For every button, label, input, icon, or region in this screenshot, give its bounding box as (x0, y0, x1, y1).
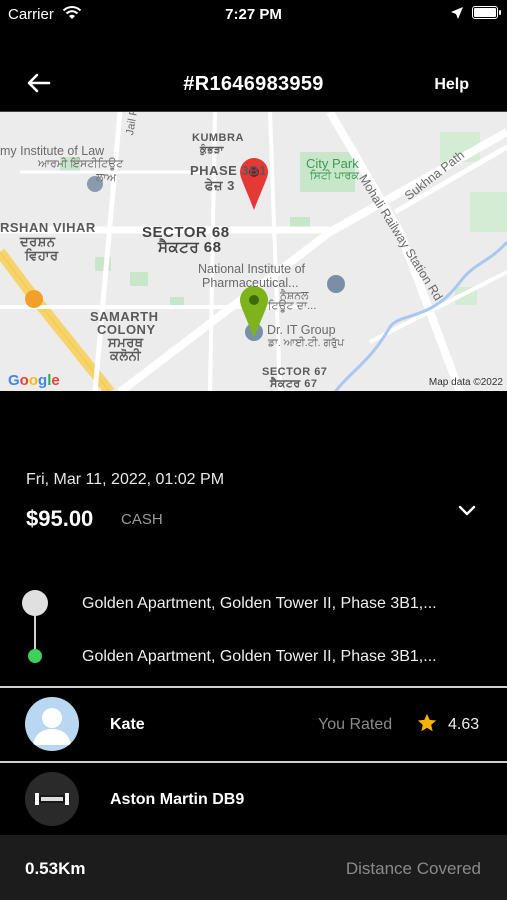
map-label: City Park (306, 156, 359, 171)
trip-price: $95.00 (26, 506, 94, 531)
distance-footer: 0.53Km Distance Covered (0, 835, 507, 900)
route-map[interactable]: my Institute of Law ਆਰਮੀ ਇੰਸਟੀਟਿਊਟ ਲਾਅ J… (0, 111, 507, 391)
map-label: ਵਿਹਾਰ (25, 248, 59, 263)
map-label: SECTOR 67 (262, 366, 328, 378)
map-label: National Institute of (198, 262, 306, 276)
map-label: RSHAN VIHAR (0, 220, 96, 235)
map-label: ਲਾਅ (96, 172, 117, 184)
divider (0, 686, 507, 688)
map-label: ਸੈਕਟਰ 67 (270, 378, 318, 390)
map-label: ਟਿਊਟ ਦਾ... (268, 300, 317, 312)
map-label: my Institute of Law (0, 144, 105, 158)
pickup-address: Golden Apartment, Golden Tower II, Phase… (82, 595, 437, 612)
trip-datetime: Fri, Mar 11, 2022, 01:02 PM (26, 471, 225, 488)
map-label: ਕੁੰਭੜਾ (200, 145, 224, 156)
driver-rating: 4.63 (448, 716, 480, 733)
map-label: ਸੈਕਟਰ 68 (158, 239, 222, 256)
battery-icon (472, 6, 501, 19)
divider (0, 761, 507, 763)
map-label: ਕਲੋਨੀ (110, 348, 142, 363)
map-label: ਡਾ. ਆਈ.ਟੀ. ਗਰੁੱਪ (268, 337, 345, 349)
map-label: Dr. IT Group (267, 323, 336, 337)
status-bar: Carrier 7:27 PM (0, 0, 507, 28)
distance-value: 0.53Km (25, 859, 86, 878)
star-icon (416, 712, 438, 734)
dropoff-dot-icon (28, 649, 42, 663)
map-label: KUMBRA (192, 132, 244, 144)
page-title: #R1646983959 (183, 73, 324, 95)
nav-header: #R1646983959 Help (0, 58, 507, 108)
map-label: ਸਿਟੀ ਪਾਰਕ (310, 170, 359, 182)
map-attribution[interactable]: Map data ©2022 (429, 377, 503, 388)
dropoff-address: Golden Apartment, Golden Tower II, Phase… (82, 648, 437, 665)
google-logo: Google (8, 372, 60, 389)
map-label: Pharmaceutical... (202, 276, 299, 290)
vehicle-name: Aston Martin DB9 (110, 791, 245, 808)
driver-name: Kate (110, 716, 145, 733)
distance-label: Distance Covered (345, 859, 481, 878)
rated-label: You Rated (318, 716, 393, 733)
clock: 7:27 PM (225, 6, 282, 23)
car-icon (25, 772, 79, 826)
pickup-dot-icon (22, 590, 48, 616)
map-label: ਫੇਜ਼ 3 (205, 178, 235, 193)
map-label: PHASE 3B1 (190, 163, 267, 178)
chevron-down-icon[interactable] (456, 502, 478, 518)
driver-avatar (25, 697, 79, 751)
user-icon (33, 708, 71, 745)
help-button[interactable]: Help (434, 76, 469, 94)
payment-method: CASH (121, 511, 163, 528)
location-arrow-icon (450, 6, 464, 25)
map-label: ਆਰਮੀ ਇੰਸਟੀਟਿਊਟ (38, 158, 124, 170)
